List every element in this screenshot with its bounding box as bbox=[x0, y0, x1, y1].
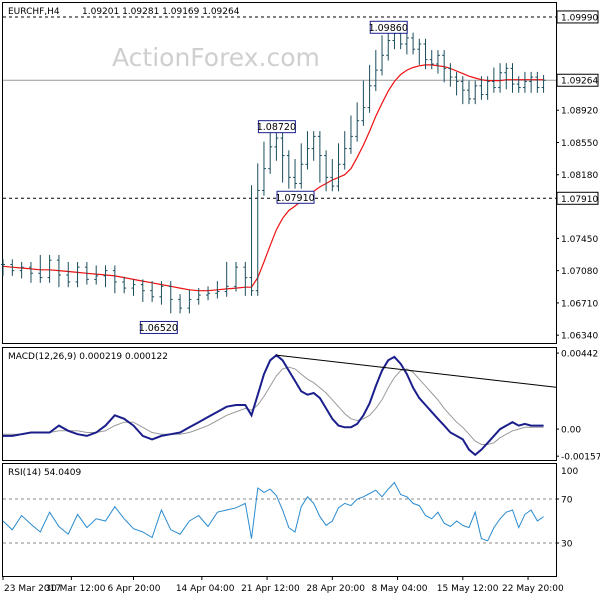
rsi-line bbox=[2, 481, 544, 542]
time-tick-label: 30 Mar 12:00 bbox=[45, 584, 105, 594]
time-axis: 23 Mar 201730 Mar 12:00 6 Apr 20:00 14 Apr… bbox=[2, 576, 564, 594]
price-tick-label: 1.06340 bbox=[561, 332, 598, 342]
rsi-axis: 70 30 100 bbox=[556, 467, 578, 550]
time-tick-label: 22 May 20:00 bbox=[502, 584, 564, 594]
macd-tick-label: -0.001578 bbox=[561, 453, 600, 463]
price-tick-label: 1.06710 bbox=[561, 299, 598, 309]
time-tick-label: 14 Apr 04:00 bbox=[176, 584, 235, 594]
rsi-tick-label: 30 bbox=[561, 540, 573, 550]
macd-title: MACD(12,26,9) 0.000219 0.000122 bbox=[8, 352, 168, 362]
time-tick-label: 15 May 12:00 bbox=[437, 584, 499, 594]
rsi-tick-label: 100 bbox=[561, 467, 578, 477]
price-tick-label: 1.08920 bbox=[561, 107, 598, 117]
price-tick-label: 1.07450 bbox=[561, 235, 598, 245]
macd-trendline bbox=[276, 354, 557, 388]
rsi-pane-frame bbox=[2, 463, 557, 577]
time-tick-label: 8 May 04:00 bbox=[372, 584, 428, 594]
rsi-level-lines bbox=[3, 498, 556, 544]
rsi-title: RSI(14) 54.0409 bbox=[8, 468, 81, 478]
macd-lines bbox=[3, 353, 557, 457]
price-tick-label: 1.08180 bbox=[561, 171, 598, 181]
macd-line bbox=[3, 353, 544, 457]
annotation-label: 1.06520 bbox=[139, 323, 178, 334]
rsi-tick-label: 70 bbox=[561, 496, 573, 506]
price-tick-label: 1.07080 bbox=[561, 267, 598, 277]
macd-tick-label: 0.00 bbox=[561, 426, 581, 436]
annotation-label: 1.08720 bbox=[257, 122, 296, 133]
signal-line bbox=[3, 366, 544, 445]
annotation-label: 1.09860 bbox=[369, 23, 408, 34]
macd-pane-frame bbox=[2, 347, 557, 461]
price-axis: 1.099601.092641.089201.085501.081801.079… bbox=[556, 10, 599, 342]
price-tick-label: 1.07910 bbox=[561, 195, 598, 205]
level-tick-label: 1.09990 bbox=[561, 13, 598, 23]
time-tick-label: 28 Apr 20:00 bbox=[306, 584, 365, 594]
price-tick-label: 1.08550 bbox=[561, 139, 598, 149]
annotation-label: 1.07910 bbox=[275, 193, 314, 204]
macd-tick-label: 0.00442 bbox=[561, 350, 598, 360]
rsi-series-line bbox=[2, 481, 544, 542]
chart-canvas: ActionForex.com EURCHF,H4 1.09201 1.0928… bbox=[1, 2, 600, 594]
watermark: ActionForex.com bbox=[112, 43, 320, 72]
symbol-label: EURCHF,H4 bbox=[8, 7, 60, 17]
time-tick-label: 21 Apr 12:00 bbox=[241, 584, 300, 594]
ohlc-label: 1.09201 1.09281 1.09169 1.09264 bbox=[82, 7, 240, 17]
time-tick-label: 6 Apr 20:00 bbox=[107, 584, 160, 594]
macd-axis: 0.00442 0.00 -0.001578 bbox=[556, 350, 600, 463]
price-tick-label: 1.09264 bbox=[561, 77, 598, 87]
